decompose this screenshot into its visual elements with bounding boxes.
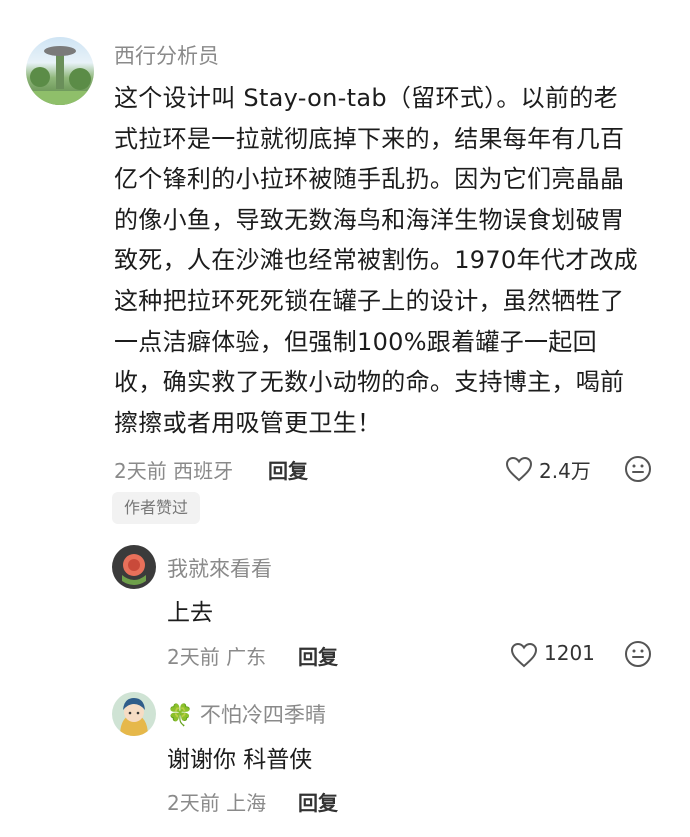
comment-author[interactable]: 西行分析员	[114, 40, 219, 70]
heart-icon[interactable]	[510, 642, 538, 668]
reply-author[interactable]: 🍀 不怕冷四季晴	[167, 699, 326, 729]
comment-line: 这个设计叫 Stay-on-tab（留环式）。以前的老	[114, 84, 618, 112]
comment-text: 这个设计叫 Stay-on-tab（留环式）。以前的老 式拉环是一拉就彻底掉下来…	[114, 78, 674, 443]
reply-time-location: 2天前 广东	[167, 645, 267, 669]
heart-icon[interactable]	[505, 456, 533, 482]
reply-text: 谢谢你 科普侠	[167, 747, 313, 773]
comment-line: 擦擦或者用吸管更卫生！	[114, 408, 382, 437]
comment-time-location: 2天前 西班牙	[114, 459, 234, 483]
like-count: 2.4万	[539, 459, 591, 483]
comment-line: 一点洁癖体验，但强制100%跟着罐子一起回	[114, 327, 597, 356]
emoji-icon[interactable]	[624, 455, 652, 483]
avatar[interactable]	[112, 692, 156, 736]
comment-line: 这种把拉环死死锁在罐子上的设计，虽然牺牲了	[114, 286, 625, 315]
cartoon-girl-avatar-icon	[120, 698, 148, 736]
comment-line: 收，确实救了无数小动物的命。支持博主，喝前	[114, 368, 625, 397]
reply-author-name: 不怕冷四季晴	[199, 703, 326, 727]
avatar[interactable]	[112, 545, 156, 589]
reply-author[interactable]: 我就來看看	[167, 553, 272, 583]
like-count: 1201	[544, 641, 595, 665]
reply-time-location: 2天前 上海	[167, 791, 267, 815]
comment-line: 式拉环是一拉就彻底掉下来的，结果每年有几百	[114, 124, 625, 153]
comment-line: 亿个锋利的小拉环被随手乱扔。因为它们亮晶晶	[114, 165, 625, 194]
reply-button[interactable]: 回复	[268, 455, 308, 484]
rose-avatar-icon	[122, 554, 146, 585]
clover-icon: 🍀	[167, 703, 194, 727]
reply-button[interactable]: 回复	[298, 641, 338, 670]
emoji-icon[interactable]	[624, 640, 652, 668]
avatar[interactable]	[26, 37, 94, 105]
avatar-image-icon	[26, 46, 94, 105]
comment-line: 致死，人在沙滩也经常被割伤。1970年代才改成	[114, 246, 638, 275]
reply-text: 上去	[167, 600, 213, 626]
comment-line: 的像小鱼，导致无数海鸟和海洋生物误食划破胃	[114, 205, 625, 234]
reply-button[interactable]: 回复	[298, 787, 338, 816]
author-liked-badge: 作者赞过	[112, 492, 201, 524]
